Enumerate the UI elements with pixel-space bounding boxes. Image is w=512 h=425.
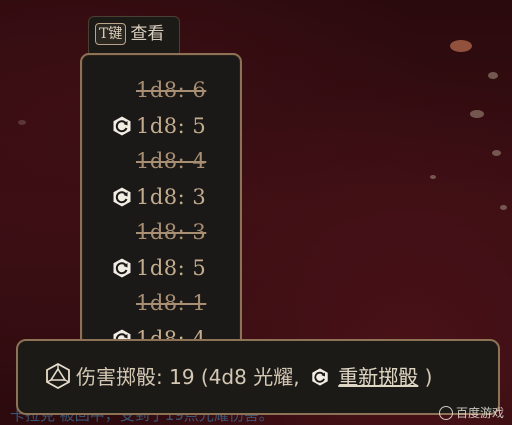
roll-row: 1d8: 5 bbox=[82, 253, 240, 283]
kept-roll-text: 1d8: 5 bbox=[136, 113, 207, 138]
discarded-roll-text: 1d8: 3 bbox=[136, 220, 207, 244]
reroll-link[interactable]: 重新掷骰 bbox=[338, 365, 418, 389]
kept-roll-text: 1d8: 3 bbox=[136, 184, 207, 209]
d20-dice-icon bbox=[46, 363, 70, 389]
roll-row: 1d8: 4 bbox=[82, 146, 240, 176]
watermark: 百度游戏 bbox=[438, 404, 504, 421]
roll-row: 1d8: 1 bbox=[82, 288, 240, 318]
key-hint-label: 查看 bbox=[130, 24, 165, 44]
discarded-roll-text: 1d8: 4 bbox=[136, 149, 207, 173]
keyboard-key: T键 bbox=[95, 23, 127, 45]
baidu-logo-icon bbox=[438, 405, 453, 420]
reroll-icon bbox=[311, 367, 329, 387]
discarded-roll-text: 1d8: 1 bbox=[136, 291, 207, 315]
reroll-icon bbox=[112, 256, 132, 279]
damage-summary: 伤害掷骰: 19 (4d8 光耀, 重新掷骰 ) bbox=[76, 363, 432, 391]
key-hint-tab[interactable]: T键 查看 bbox=[88, 16, 180, 54]
kept-roll-text: 1d8: 5 bbox=[136, 255, 207, 280]
reroll-icon bbox=[112, 185, 132, 208]
discarded-roll-text: 1d8: 6 bbox=[136, 78, 207, 102]
watermark-text: 百度游戏 bbox=[455, 406, 504, 420]
damage-label: 伤害掷骰: 19 (4d8 光耀, bbox=[76, 365, 300, 389]
damage-roll-bar: 伤害掷骰: 19 (4d8 光耀, 重新掷骰 ) bbox=[16, 339, 500, 415]
close-paren: ) bbox=[424, 365, 433, 389]
roll-detail-panel: 1d8: 6 1d8: 5 1d8: 4 1d8: 3 1d8: 3 1d8: 5 1d8:… bbox=[80, 53, 242, 366]
reroll-icon bbox=[112, 114, 132, 137]
roll-row: 1d8: 3 bbox=[82, 217, 240, 247]
roll-row: 1d8: 6 bbox=[82, 75, 240, 105]
roll-row: 1d8: 5 bbox=[82, 111, 240, 141]
roll-row: 1d8: 3 bbox=[82, 182, 240, 212]
